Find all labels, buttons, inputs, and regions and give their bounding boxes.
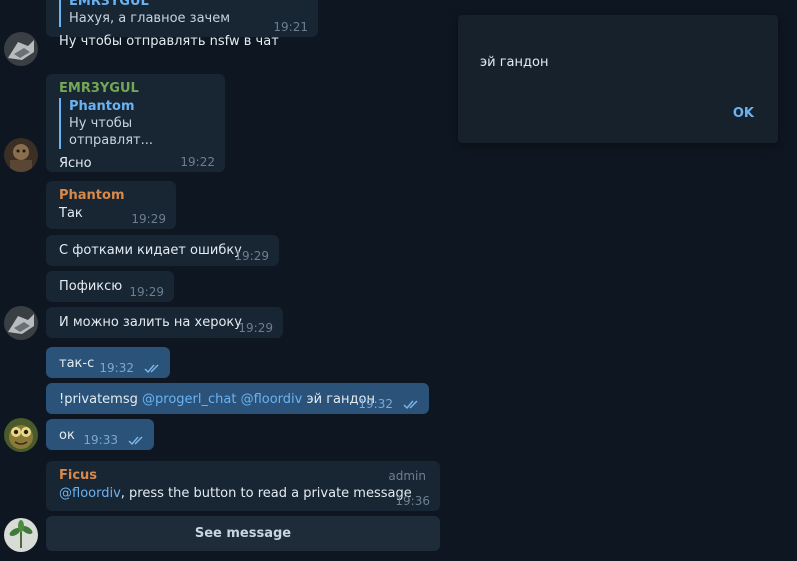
admin-badge: admin (388, 469, 426, 483)
avatar[interactable] (4, 32, 38, 66)
mention-link[interactable]: @floordiv (241, 392, 303, 407)
reply-sender: Phantom (69, 99, 135, 114)
message-bubble-outgoing[interactable]: !privatemsg @progerl_chat @floordiv эй г… (46, 383, 429, 414)
message-bubble[interactable]: Пофиксю 19:29 (46, 271, 174, 302)
message-bubble-outgoing[interactable]: так-с 19:32 (46, 347, 170, 378)
avatar[interactable] (4, 418, 38, 452)
sender-name[interactable]: Phantom (59, 187, 164, 204)
dialog-message: эй гандон (480, 55, 549, 70)
avatar[interactable] (4, 138, 38, 172)
sender-name[interactable]: EMR3YGUL (59, 80, 213, 97)
message-time: 19:21 (273, 20, 308, 34)
message-time: 19:29 (131, 212, 166, 226)
double-check-icon (144, 364, 159, 374)
ok-button[interactable]: OK (723, 102, 764, 125)
message-text: Ну чтобы отправлять nsfw в чат (59, 34, 279, 49)
message-bubble-outgoing[interactable]: ок 19:33 (46, 419, 154, 450)
message-time: 19:29 (238, 321, 273, 335)
avatar[interactable] (4, 306, 38, 340)
message-time: 19:36 (395, 494, 430, 508)
message-time: 19:32 (358, 397, 393, 411)
mention-link[interactable]: @floordiv (59, 486, 121, 501)
message-bubble[interactable]: EMR3YGUL Phantom Ну чтобы отправлят... Я… (46, 74, 225, 172)
message-time: 19:29 (129, 285, 164, 299)
sender-name[interactable]: Ficus (59, 467, 428, 484)
message-bubble[interactable]: Phantom Так 19:29 (46, 181, 176, 229)
message-bubble[interactable]: И можно залить на хероку 19:29 (46, 307, 283, 338)
reply-sender: EMR3YGUL (69, 0, 149, 9)
message-bubble[interactable]: Ficus admin @floordiv, press the button … (46, 461, 440, 511)
avatar[interactable] (4, 518, 38, 552)
command-text: !privatemsg (59, 392, 138, 407)
double-check-icon (403, 400, 418, 410)
alert-dialog[interactable]: эй гандон OK (458, 15, 778, 143)
message-time: 19:33 (83, 433, 118, 447)
message-time: 19:32 (99, 361, 134, 375)
reply-text: Ну чтобы отправлят... (69, 116, 154, 148)
message-time: 19:22 (180, 155, 215, 169)
message-body: , press the button to read a private mes… (120, 486, 412, 501)
message-bubble[interactable]: EMR3YGUL Нахуя, а главное зачем Ну чтобы… (46, 0, 318, 49)
message-text: @floordiv, press the button to read a pr… (59, 485, 428, 502)
mention-link[interactable]: @progerl_chat (142, 392, 236, 407)
double-check-icon (128, 436, 143, 446)
reply-quote[interactable]: Phantom Ну чтобы отправлят... (59, 98, 213, 149)
reply-quote[interactable]: EMR3YGUL Нахуя, а главное зачем (59, 0, 306, 27)
see-message-button[interactable]: See message (46, 516, 440, 551)
reply-text: Нахуя, а главное зачем (69, 11, 231, 26)
message-time: 19:29 (234, 249, 269, 263)
message-bubble[interactable]: С фотками кидает ошибку 19:29 (46, 235, 279, 266)
